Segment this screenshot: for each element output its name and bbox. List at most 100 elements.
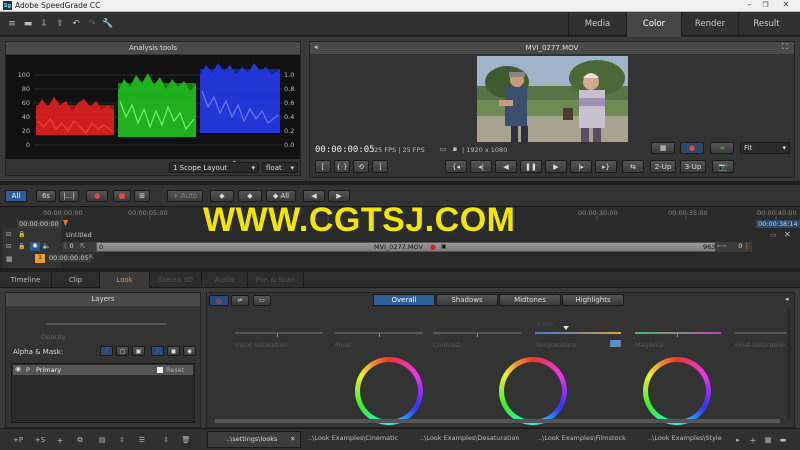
track-clip-vis-icon[interactable]: 🔒 [18, 243, 25, 250]
three-up-button[interactable]: 3-Up [680, 160, 706, 173]
add-look-icon[interactable]: + [748, 434, 758, 446]
track-lock-icon[interactable]: ⊟ [6, 231, 11, 238]
mark-out-button[interactable]: ] [372, 160, 388, 173]
tab-color[interactable]: Color [626, 12, 682, 37]
wrench-icon[interactable]: 🔧 [102, 18, 114, 30]
save-icon[interactable]: ▬ [22, 18, 34, 30]
grid-icon[interactable]: ▦ [6, 255, 13, 263]
close-button[interactable]: ✕ [774, 0, 798, 10]
waveform-view-button[interactable]: ≈ [710, 142, 734, 154]
mask-rect2-button[interactable]: ▣ [132, 346, 145, 356]
step-back-button[interactable]: ◂| [470, 160, 492, 173]
magenta-knob[interactable] [677, 333, 678, 337]
playhead-marker[interactable] [63, 220, 68, 226]
looks-tab-cinematic[interactable]: ..\Look Examples\Cinematic [308, 434, 398, 442]
looks-tab-style[interactable]: ..\Look Examples\Style [648, 434, 722, 442]
tab-media[interactable]: Media [568, 12, 626, 36]
pivot-knob[interactable] [379, 333, 380, 337]
auto-keyframe-button[interactable]: + Auto [167, 190, 203, 202]
looks-tab-settings[interactable]: ..\settings\looks ✕ [207, 431, 301, 448]
tab-timeline[interactable]: Timeline [0, 272, 52, 288]
curve-mode-button[interactable]: ▭ [253, 295, 271, 306]
magenta-slider[interactable] [635, 332, 721, 334]
contrast-knob[interactable] [477, 333, 478, 337]
layer-row-primary[interactable]: ◉ P Primary Reset [13, 365, 193, 375]
temperature-slider[interactable] [535, 332, 621, 334]
color-view-button[interactable]: ● [680, 142, 704, 154]
copy-icon[interactable]: ⧉ [74, 434, 86, 446]
tab-render[interactable]: Render [682, 12, 738, 36]
alpha-b-button[interactable]: ◉ [183, 346, 196, 356]
paste-icon[interactable]: ▤ [96, 434, 108, 446]
temperature-reset-button[interactable] [610, 340, 621, 347]
track-visibility-icon[interactable]: 🔒 [18, 231, 25, 238]
close-track-icon[interactable]: ✕ [784, 230, 791, 239]
temperature-knob[interactable] [563, 326, 569, 330]
midtones-color-wheel[interactable] [499, 357, 567, 425]
export-icon[interactable]: ⇧ [54, 18, 66, 30]
redo-icon[interactable]: ↷ [86, 18, 98, 30]
view-range-button[interactable]: |...| [59, 190, 79, 202]
reset-checkbox[interactable] [157, 367, 163, 373]
mask-rect-button[interactable]: ▢ [116, 346, 129, 356]
collapse-right-icon[interactable]: ◂ [785, 295, 789, 303]
play-reverse-button[interactable]: ◀ [495, 160, 517, 173]
tab-highlights[interactable]: Highlights [562, 294, 624, 306]
look-grid-icon[interactable]: ▦ [763, 434, 773, 446]
go-to-in-button[interactable]: {◂ [445, 160, 467, 173]
tab-stereo-3d[interactable]: Stereo 3D [150, 272, 202, 288]
track-clip-lock-icon[interactable]: ⊟ [6, 243, 11, 250]
eye-icon[interactable]: ◉ [15, 365, 21, 373]
merge-icon[interactable]: ⇳ [116, 434, 128, 446]
input-saturation-slider[interactable] [235, 332, 323, 334]
highlights-color-wheel[interactable] [643, 357, 711, 425]
play-button[interactable]: ▶ [545, 160, 567, 173]
shadows-color-wheel[interactable] [355, 357, 423, 425]
stack-icon[interactable]: ☰ [136, 434, 148, 446]
grade-layer-button[interactable]: ■ [113, 190, 131, 202]
maximize-button[interactable]: ❐ [758, 0, 773, 10]
pause-button[interactable]: ❚❚ [520, 160, 542, 173]
mark-clip-button[interactable]: {·} [334, 160, 350, 173]
color-layer-button[interactable]: ● [86, 190, 108, 202]
snapshot-compare-button[interactable]: ▦ [651, 142, 675, 154]
alpha-none-button[interactable]: ⁄ [151, 346, 164, 356]
go-to-out-button[interactable]: ▸} [595, 160, 617, 173]
format-select[interactable]: float ▾ [262, 162, 298, 173]
fit-select[interactable]: Fit ▾ [740, 142, 790, 154]
import-look-icon[interactable]: ⇩ [160, 434, 172, 446]
final-saturation-slider[interactable] [735, 332, 787, 334]
fullscreen-icon[interactable]: ⛶ [782, 42, 788, 52]
menu-icon[interactable]: ≡ [6, 18, 18, 30]
scope-layout-select[interactable]: 1 Scope Layout ▾ [169, 162, 259, 173]
add-secondary-layer-button[interactable]: +S [32, 434, 48, 446]
tab-look[interactable]: Look [100, 272, 150, 289]
step-forward-button[interactable]: |▸ [570, 160, 592, 173]
view-all-button[interactable]: All [5, 190, 27, 202]
trash-icon[interactable]: 🗑 [180, 434, 192, 446]
loop-playback-button[interactable]: ⇆ [622, 160, 644, 173]
vertical-scrollbar[interactable] [787, 309, 791, 419]
close-icon[interactable]: ✕ [290, 432, 295, 447]
speaker-icon[interactable]: 🔈 [42, 242, 51, 250]
looks-tab-filmstock[interactable]: ..\Look Examples\Filmstock [538, 434, 626, 442]
tab-audio[interactable]: Audio [202, 272, 248, 288]
opacity-slider[interactable] [46, 323, 166, 325]
view-6s-button[interactable]: 6s [36, 190, 56, 202]
clip-bar[interactable]: 0 MVI_0277.MOV ● ▣ 963 [96, 242, 752, 252]
tab-shadows[interactable]: Shadows [436, 294, 498, 306]
two-up-button[interactable]: 2-Up [650, 160, 676, 173]
grading-scrollbar-thumb[interactable] [215, 419, 780, 423]
minimize-button[interactable]: – [742, 0, 757, 10]
next-tab-icon[interactable]: ▸ [733, 434, 743, 446]
tab-overall[interactable]: Overall [373, 294, 435, 306]
slider-mode-button[interactable]: ⇌ [231, 295, 249, 306]
alpha-a-button[interactable]: ◼ [167, 346, 180, 356]
grading-scrollbar[interactable] [215, 419, 780, 423]
scroll-up-icon[interactable]: ▭ [770, 231, 777, 239]
loop-button[interactable]: ⟲ [353, 160, 369, 173]
camera-snapshot-button[interactable]: 📷 [712, 160, 734, 173]
snap-button[interactable]: ⊞ [134, 190, 150, 202]
look-menu-icon[interactable]: ▬ [778, 434, 788, 446]
import-icon[interactable]: ⇩ [38, 18, 50, 30]
